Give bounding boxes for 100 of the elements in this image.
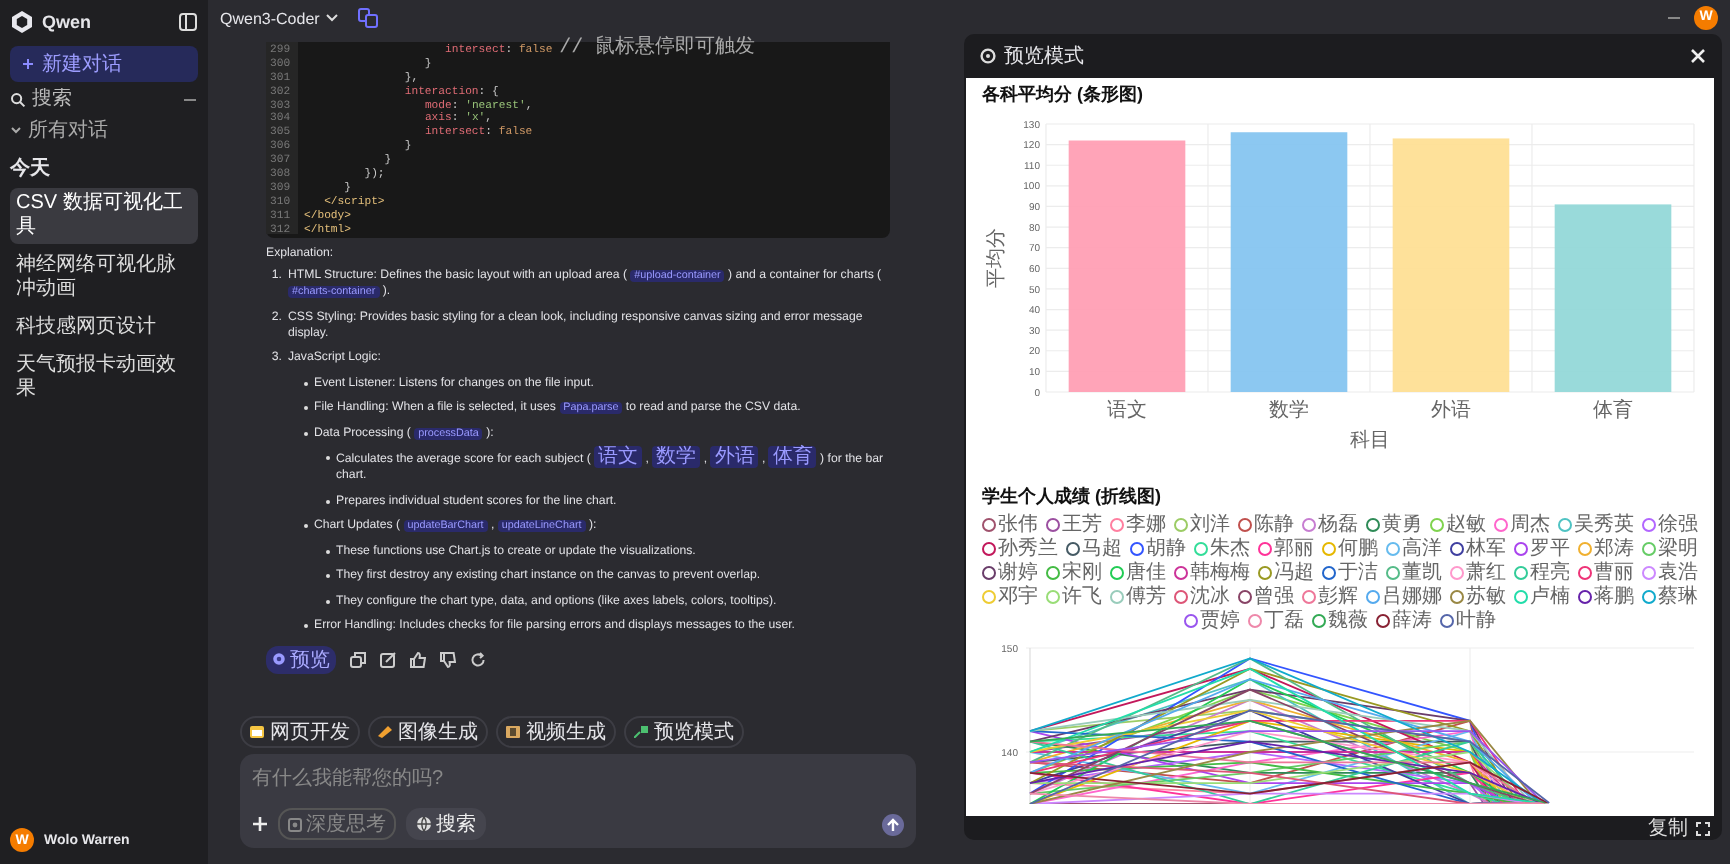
globe-icon (416, 816, 432, 832)
suggestion-chip[interactable]: 视频生成 (496, 716, 616, 748)
thumbs-down-icon[interactable] (440, 651, 456, 668)
legend-label[interactable]: 丁磊 (1264, 610, 1304, 632)
close-icon[interactable] (1690, 48, 1706, 64)
legend-label[interactable]: 郭丽 (1274, 538, 1314, 560)
legend-label[interactable]: 贾婷 (1200, 610, 1240, 632)
group-label: 今天 (10, 155, 52, 182)
copy-icon[interactable] (350, 651, 366, 668)
brand-name: Qwen (42, 12, 94, 32)
legend-label[interactable]: 曾强 (1254, 586, 1294, 608)
expand-icon (634, 726, 648, 738)
legend-label[interactable]: 何鹏 (1338, 538, 1378, 560)
legend-label[interactable]: 周杰 (1510, 514, 1550, 536)
legend-label[interactable]: 彭辉 (1318, 586, 1358, 608)
logo-icon (10, 10, 34, 34)
suggestion-chip[interactable]: 网页开发 (240, 716, 360, 748)
window-icon (250, 726, 264, 738)
new-chat-button[interactable]: 新建对话 (10, 46, 198, 82)
legend-label[interactable]: 赵敏 (1446, 514, 1486, 536)
legend-label[interactable]: 陈静 (1254, 514, 1294, 536)
chart-title: 学生个人成绩 (折线图) (982, 484, 1163, 510)
suggestion-chip[interactable]: 预览模式 (624, 716, 744, 748)
model-selector[interactable]: Qwen3-Coder (220, 9, 338, 27)
legend-label[interactable]: 吴秀英 (1574, 514, 1634, 536)
send-button[interactable] (882, 813, 904, 835)
edit-icon[interactable] (380, 651, 396, 668)
chat-item[interactable]: 神经网络可视化脉冲动画 (10, 250, 198, 306)
legend-label[interactable]: 郑涛 (1594, 538, 1634, 560)
minimize-icon[interactable] (1666, 13, 1682, 21)
legend-label[interactable]: 杨磊 (1318, 514, 1358, 536)
legend-label[interactable]: 蒋鹏 (1594, 586, 1634, 608)
panel-title: 预览模式 (1004, 43, 1084, 70)
legend-label[interactable]: 傅芳 (1126, 586, 1166, 608)
chevron-icon (10, 124, 22, 136)
suggestion-chip[interactable]: 图像生成 (368, 716, 488, 748)
y-axis-title: 平均分 (986, 228, 1008, 288)
legend-label[interactable]: 叶静 (1456, 610, 1496, 632)
axis-category-label: 体育 (1593, 400, 1633, 422)
legend-label[interactable]: 袁浩 (1658, 562, 1698, 584)
legend-label[interactable]: 徐强 (1658, 514, 1698, 536)
legend-label[interactable]: 卢楠 (1530, 586, 1570, 608)
axis-category-label: 数学 (1269, 400, 1309, 422)
fullscreen-icon[interactable] (1696, 821, 1710, 835)
legend-label[interactable]: 唐佳 (1126, 562, 1166, 584)
axis-category-label: 语文 (1107, 400, 1147, 422)
axis-category-label: 外语 (1431, 400, 1471, 422)
preview-button[interactable]: 预览 (266, 645, 336, 674)
legend-label[interactable]: 王芳 (1062, 514, 1102, 536)
legend-label[interactable]: 吕娜娜 (1382, 586, 1442, 608)
legend-label[interactable]: 许飞 (1062, 586, 1102, 608)
legend-label[interactable]: 黄勇 (1382, 514, 1422, 536)
plus-icon (22, 58, 34, 70)
thumbs-up-icon[interactable] (410, 651, 426, 668)
chat-item[interactable]: 科技感网页设计 (10, 312, 198, 344)
refresh-icon[interactable] (470, 651, 486, 668)
legend-label[interactable]: 胡静 (1146, 538, 1186, 560)
film-icon (506, 726, 520, 738)
legend-label[interactable]: 朱杰 (1210, 538, 1250, 560)
legend-label[interactable]: 谢婷 (998, 562, 1038, 584)
all-chats-toggle[interactable]: 所有对话 (10, 116, 198, 144)
legend-label[interactable]: 程亮 (1530, 562, 1570, 584)
legend-label[interactable]: 韩梅梅 (1190, 562, 1250, 584)
collapse-icon[interactable] (182, 93, 198, 105)
message-input[interactable]: 有什么我能帮您的吗? 深度思考 搜索 (240, 754, 916, 848)
legend-label[interactable]: 宋刚 (1062, 562, 1102, 584)
chart-title: 各科平均分 (条形图) (982, 82, 1145, 108)
legend-label[interactable]: 萧红 (1466, 562, 1506, 584)
legend-label[interactable]: 沈冰 (1190, 586, 1230, 608)
search-icon (10, 91, 26, 107)
legend-label[interactable]: 苏敏 (1466, 586, 1506, 608)
sidebar-toggle-icon[interactable] (178, 12, 198, 32)
legend-label[interactable]: 薛涛 (1392, 610, 1432, 632)
legend-label[interactable]: 罗平 (1530, 538, 1570, 560)
legend-label[interactable]: 高洋 (1402, 538, 1442, 560)
legend-label[interactable]: 邓宇 (998, 586, 1038, 608)
legend-label[interactable]: 刘洋 (1190, 514, 1230, 536)
legend-label[interactable]: 李娜 (1126, 514, 1166, 536)
caret-icon (325, 14, 338, 22)
x-axis-title: 科目 (1350, 430, 1390, 452)
legend-label[interactable]: 张伟 (998, 514, 1038, 536)
legend-label[interactable]: 于洁 (1338, 562, 1378, 584)
legend-label[interactable]: 林军 (1466, 538, 1506, 560)
legend-label[interactable]: 马超 (1082, 538, 1122, 560)
legend-label[interactable]: 曹丽 (1594, 562, 1634, 584)
legend-label[interactable]: 梁明 (1658, 538, 1698, 560)
legend-label[interactable]: 蔡琳 (1658, 586, 1698, 608)
brush-icon (378, 726, 392, 738)
legend-label[interactable]: 董凯 (1402, 562, 1442, 584)
arrow-up-icon (886, 817, 900, 831)
legend-label[interactable]: 孙秀兰 (998, 538, 1058, 560)
legend-label[interactable]: 魏薇 (1328, 610, 1368, 632)
chat-item[interactable]: CSV 数据可视化工具 (10, 188, 198, 244)
chat-item[interactable]: 天气预报卡动画效果 (10, 350, 198, 406)
copy-button[interactable]: 复制 (1648, 814, 1688, 840)
search-field[interactable]: 搜索 (32, 88, 176, 110)
web-search-toggle[interactable]: 搜索 (406, 808, 486, 840)
deep-think-toggle[interactable]: 深度思考 (278, 808, 396, 840)
legend-label[interactable]: 冯超 (1274, 562, 1314, 584)
plus-icon[interactable] (252, 816, 268, 832)
